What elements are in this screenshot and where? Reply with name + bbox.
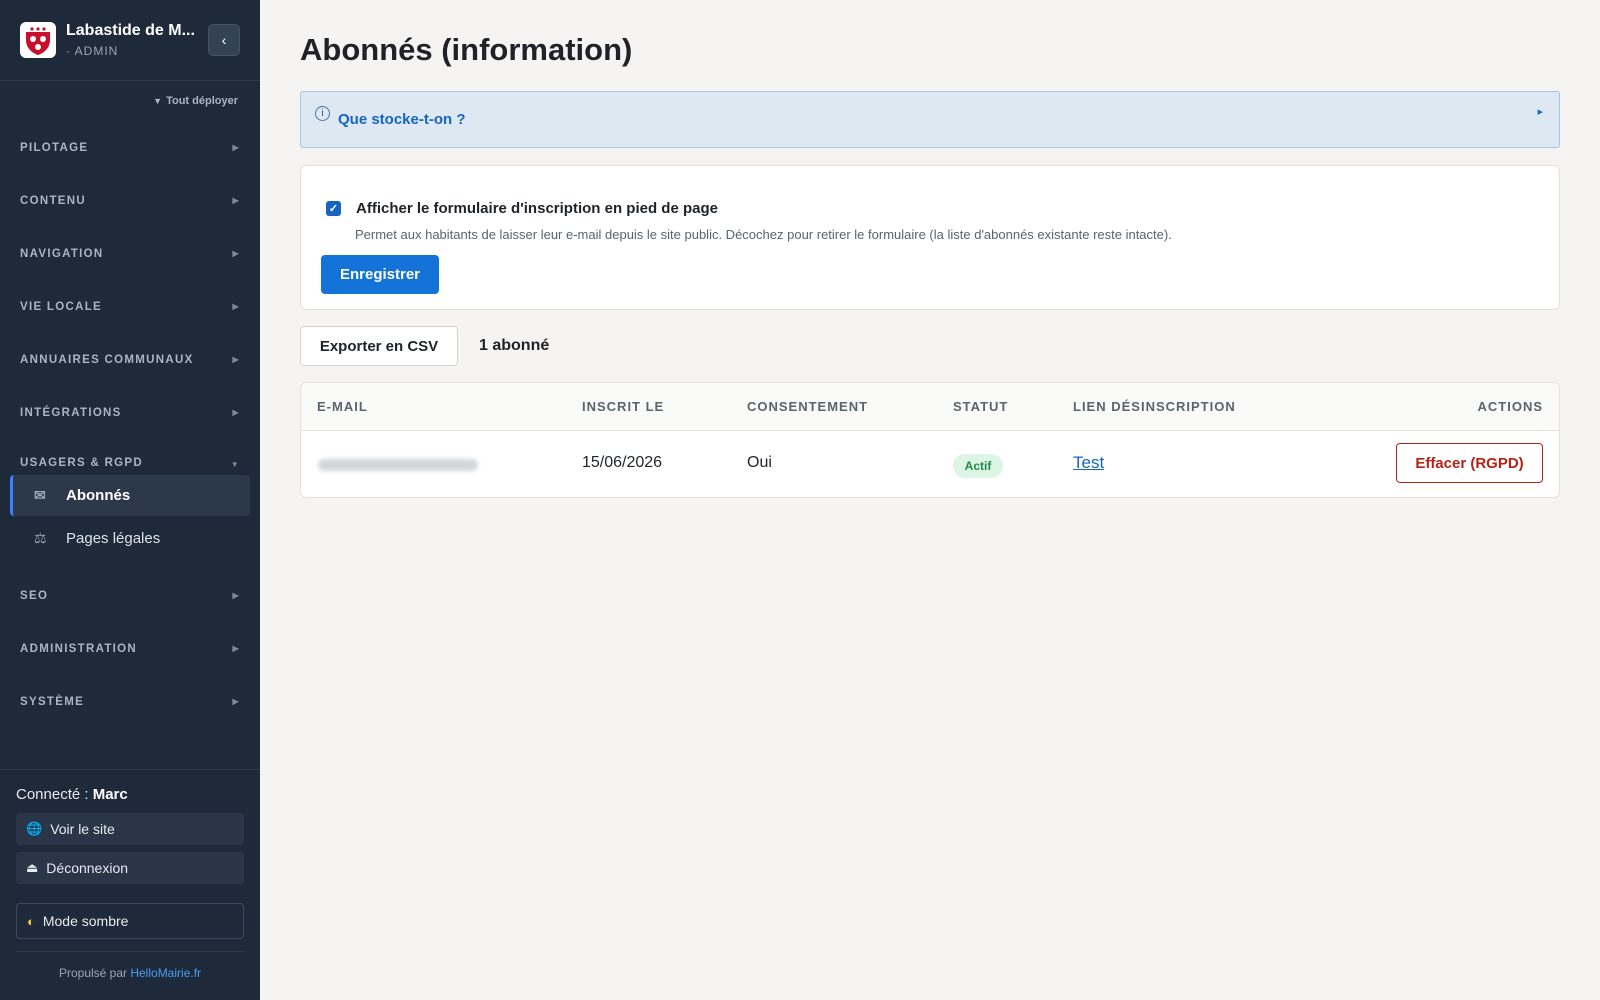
table-toolbar: Exporter en CSV 1 abonné — [300, 326, 1560, 366]
caret-right-icon: ▶ — [232, 302, 240, 311]
email-redacted — [318, 459, 478, 471]
nav-section-label: INTÉGRATIONS — [20, 406, 122, 419]
caret-right-icon: ▶ — [232, 408, 240, 417]
nav-section-usagers-rgpd[interactable]: USAGERS & RGPD ▼ — [0, 439, 260, 475]
expand-all-label: Tout déployer — [166, 95, 238, 107]
site-name: Labastide de M... — [66, 22, 195, 39]
table-header: E-MAIL INSCRIT LE CONSENTEMENT STATUT LI… — [301, 383, 1559, 431]
nav-section-label: ADMINISTRATION — [20, 642, 138, 655]
globe-icon: 🌐 — [26, 821, 43, 836]
column-header-consent: CONSENTEMENT — [747, 399, 869, 414]
caret-right-icon: ▶ — [232, 355, 240, 364]
sidebar-item-pages-legales[interactable]: ⚖ Pages légales — [10, 518, 250, 559]
caret-right-icon: ▶ — [1537, 109, 1543, 116]
unsubscribe-link[interactable]: Test — [1073, 453, 1104, 473]
status-badge: Actif — [953, 454, 1003, 478]
sidebar-item-label: Abonnés — [66, 487, 131, 504]
column-header-date: INSCRIT LE — [582, 399, 665, 414]
door-icon: ⏏ — [26, 860, 39, 875]
info-icon: i — [315, 106, 330, 121]
nav-section-label: SEO — [20, 589, 49, 602]
nav-section-label: VIE LOCALE — [20, 300, 103, 313]
caret-right-icon: ▶ — [232, 591, 240, 600]
expand-all-toggle[interactable]: ▼ Tout déployer — [0, 81, 260, 121]
nav-section-seo[interactable]: SEO ▶ — [0, 569, 260, 622]
nav-section-annuaires[interactable]: ANNUAIRES COMMUNAUX ▶ — [0, 333, 260, 386]
chevron-left-icon: ‹ — [221, 32, 227, 48]
nav-section-label: SYSTÈME — [20, 695, 85, 708]
brand-header: Labastide de M... · ADMIN ‹ — [0, 0, 260, 81]
nav-section-navigation[interactable]: NAVIGATION ▶ — [0, 227, 260, 280]
user-name: Marc — [92, 786, 128, 803]
column-header-actions: ACTIONS — [1477, 399, 1543, 414]
nav-section-label: CONTENU — [20, 194, 86, 207]
caret-right-icon: ▶ — [232, 196, 240, 205]
page-title: Abonnés (information) — [300, 32, 633, 67]
save-button[interactable]: Enregistrer — [321, 255, 439, 294]
nav-section-systeme[interactable]: SYSTÈME ▶ — [0, 675, 260, 728]
footer-form-help-text: Permet aux habitants de laisser leur e-m… — [355, 227, 1172, 242]
cell-consent: Oui — [747, 454, 772, 471]
caret-right-icon: ▶ — [232, 143, 240, 152]
nav-section-pilotage[interactable]: PILOTAGE ▶ — [0, 121, 260, 174]
sidebar-footer: Connecté : Marc 🌐 Voir le site ⏏ Déconne… — [0, 769, 260, 1000]
cell-date: 15/06/2026 — [582, 454, 663, 471]
main-content: Abonnés (information) i Que stocke-t-on … — [300, 0, 1560, 498]
logout-label: Déconnexion — [46, 860, 129, 876]
collapse-sidebar-button[interactable]: ‹ — [208, 24, 240, 56]
table-row: 15/06/2026 Oui Actif Test Effacer (RGPD) — [301, 431, 1559, 498]
sidebar-item-label: Pages légales — [66, 530, 161, 547]
dark-mode-toggle[interactable]: ◐ Mode sombre — [16, 903, 244, 939]
powered-by: Propulsé par HelloMairie.fr — [16, 966, 244, 980]
logout-button[interactable]: ⏏ Déconnexion — [16, 852, 244, 884]
dark-mode-label: Mode sombre — [42, 913, 129, 929]
nav-section-vie-locale[interactable]: VIE LOCALE ▶ — [0, 280, 260, 333]
erase-rgpd-button[interactable]: Effacer (RGPD) — [1396, 443, 1543, 483]
moon-icon: ◐ — [27, 913, 35, 929]
subscriber-count: 1 abonné — [479, 337, 550, 354]
info-disclosure[interactable]: i Que stocke-t-on ? ▶ — [300, 91, 1560, 148]
powered-prefix: Propulsé par — [58, 966, 131, 980]
sidebar-item-abonnes[interactable]: ✉ Abonnés — [10, 475, 250, 516]
connected-user: Connecté : Marc — [16, 786, 244, 803]
column-header-unsubscribe: LIEN DÉSINSCRIPTION — [1073, 399, 1236, 414]
export-csv-button[interactable]: Exporter en CSV — [300, 326, 458, 366]
caret-down-icon: ▼ — [230, 460, 240, 469]
footer-form-checkbox-label: Afficher le formulaire d'inscription en … — [356, 200, 718, 217]
sidebar: Labastide de M... · ADMIN ‹ ▼ Tout déploy… — [0, 0, 260, 1000]
view-site-label: Voir le site — [50, 821, 115, 837]
nav-section-label: PILOTAGE — [20, 141, 89, 154]
nav-section-administration[interactable]: ADMINISTRATION ▶ — [0, 622, 260, 675]
caret-right-icon: ▶ — [232, 697, 240, 706]
site-role: · ADMIN — [66, 44, 119, 58]
column-header-status: STATUT — [953, 399, 1009, 414]
powered-link[interactable]: HelloMairie.fr — [130, 966, 201, 980]
nav-section-label: ANNUAIRES COMMUNAUX — [20, 353, 194, 366]
info-disclosure-label: Que stocke-t-on ? — [338, 111, 466, 128]
envelope-icon: ✉ — [34, 487, 46, 503]
connected-prefix: Connecté : — [16, 786, 93, 803]
caret-right-icon: ▶ — [232, 644, 240, 653]
nav-section-label: NAVIGATION — [20, 247, 104, 260]
footer-form-checkbox[interactable]: ✓ — [326, 201, 341, 216]
caret-right-icon: ▶ — [232, 249, 240, 258]
municipality-crest-icon — [20, 22, 56, 58]
subscribers-table: E-MAIL INSCRIT LE CONSENTEMENT STATUT LI… — [300, 382, 1560, 498]
settings-card: ✓ Afficher le formulaire d'inscription e… — [300, 165, 1560, 310]
column-header-email: E-MAIL — [317, 399, 368, 414]
view-site-button[interactable]: 🌐 Voir le site — [16, 813, 244, 845]
nav-section-integrations[interactable]: INTÉGRATIONS ▶ — [0, 386, 260, 439]
nav-section-label: USAGERS & RGPD — [20, 457, 143, 469]
caret-down-icon: ▼ — [153, 96, 163, 106]
nav-section-contenu[interactable]: CONTENU ▶ — [0, 174, 260, 227]
scale-icon: ⚖ — [34, 530, 47, 546]
